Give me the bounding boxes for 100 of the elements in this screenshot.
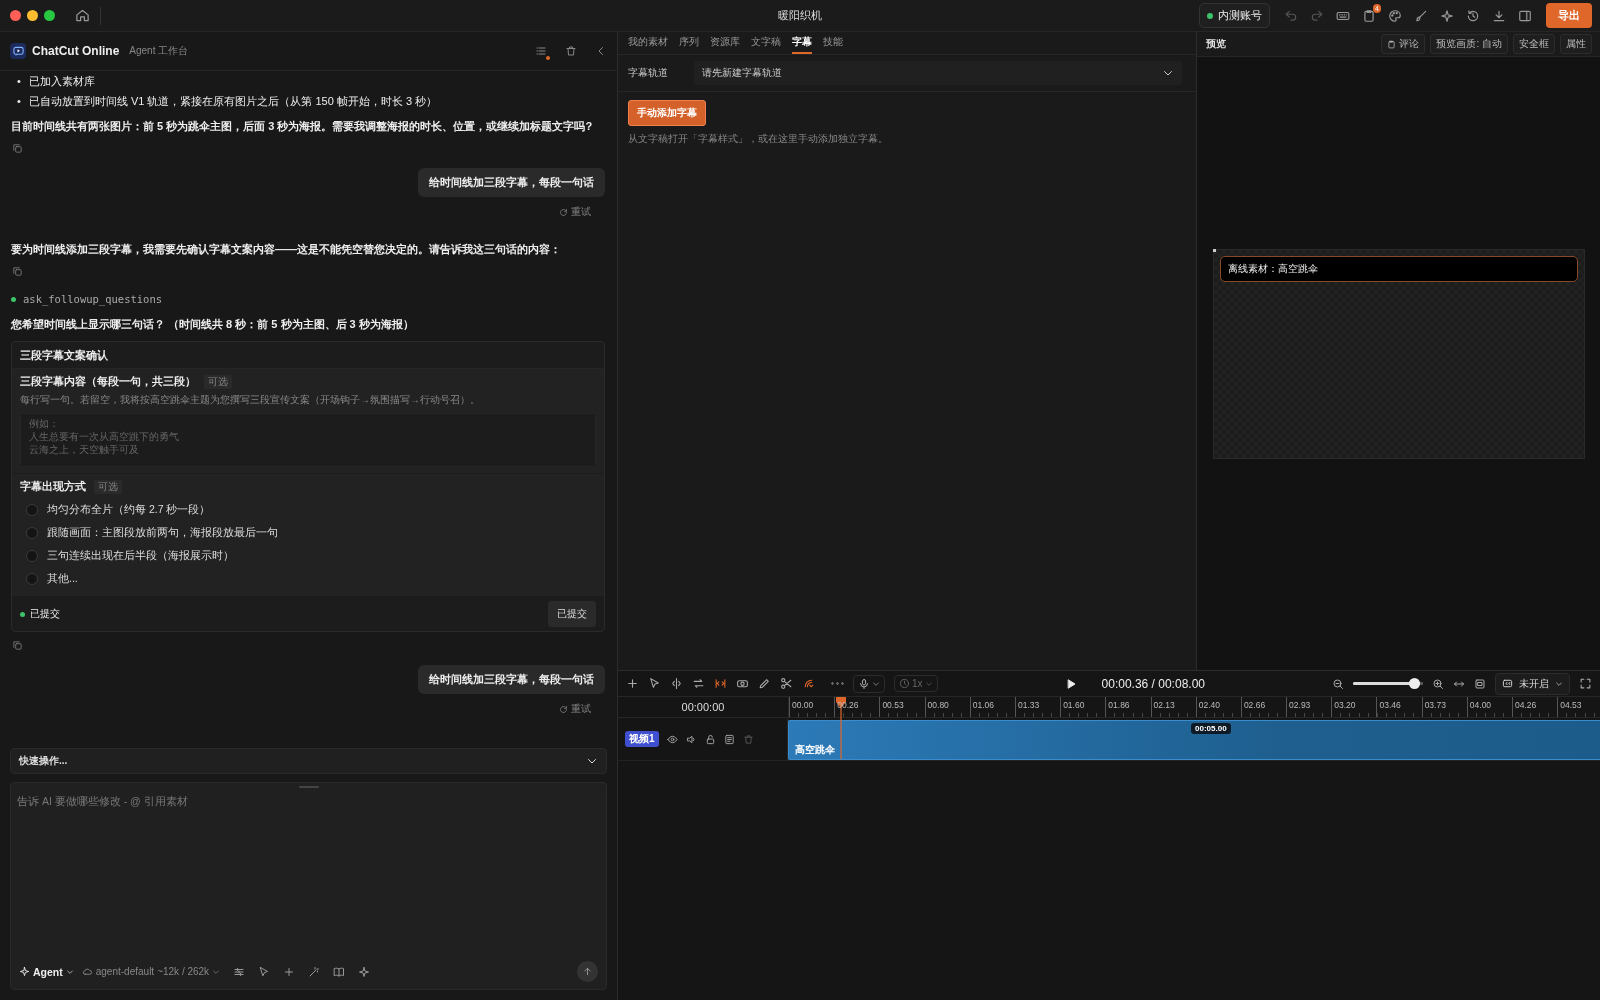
window-control[interactable] xyxy=(44,10,55,21)
speaker-icon[interactable] xyxy=(685,733,697,745)
sparkle-icon xyxy=(19,966,30,977)
mic-dropdown[interactable] xyxy=(853,674,885,693)
preview-option-button[interactable]: 评论 xyxy=(1381,34,1426,54)
radio-button[interactable] xyxy=(26,573,38,585)
brush-icon[interactable] xyxy=(1414,8,1428,23)
preview-option-button[interactable]: 预览画质: 自动 xyxy=(1430,34,1508,54)
captions-dropdown[interactable]: 未开启 xyxy=(1495,672,1570,695)
add-subtitle-button[interactable]: 手动添加字幕 xyxy=(628,100,706,126)
clipboard-icon[interactable] xyxy=(1362,8,1376,23)
sparkle-icon[interactable] xyxy=(1440,8,1454,23)
tick-label: 01.33 xyxy=(1014,697,1061,717)
refresh-icon xyxy=(559,704,568,714)
bullet-marker: • xyxy=(17,94,21,109)
tick-label: 02.40 xyxy=(1195,697,1241,717)
optional-tag: 可选 xyxy=(204,375,232,389)
tab[interactable]: 我的素材 xyxy=(628,32,668,54)
hint-text: 从文字稿打开「字幕样式」，或在这里手动添加独立字幕。 xyxy=(628,132,889,146)
ripple-icon[interactable] xyxy=(802,677,815,690)
sparkle-icon[interactable] xyxy=(358,965,371,978)
user-message: 给时间线加三段字幕，每段一句话 xyxy=(418,168,605,197)
chevron-down-icon xyxy=(65,967,74,976)
fullscreen-icon[interactable] xyxy=(1579,677,1592,690)
submitted-button[interactable]: 已提交 xyxy=(548,601,596,627)
timecode: 00:00:00 xyxy=(681,701,725,713)
tab[interactable]: 技能 xyxy=(823,32,843,54)
resize-handle[interactable] xyxy=(1213,248,1216,252)
playback-time: 00:00.36 / 00:08.00 xyxy=(1101,676,1205,691)
camera-icon[interactable] xyxy=(736,677,749,690)
radio-button[interactable] xyxy=(26,550,38,562)
clock-icon xyxy=(899,678,910,689)
account-badge[interactable]: 内测账号 xyxy=(1199,3,1270,28)
lock-icon[interactable] xyxy=(704,733,716,745)
history-icon[interactable] xyxy=(1466,8,1480,23)
video-clip[interactable]: 高空跳伞 00:05.00 xyxy=(788,720,1600,760)
tab[interactable]: 序列 xyxy=(679,32,699,54)
assistant-message: 要为时间线添加三段字幕，我需要先确认字幕文案内容——这是不能凭空替您决定的。请告诉我这三句话的内容： xyxy=(11,242,562,257)
download-icon[interactable] xyxy=(1492,8,1506,23)
copy-icon[interactable] xyxy=(12,143,23,154)
tick-label: 00.80 xyxy=(924,697,970,717)
pen-icon[interactable] xyxy=(758,677,771,690)
more-icon[interactable] xyxy=(830,682,844,685)
copy-icon[interactable] xyxy=(12,266,23,277)
arrow-up-icon xyxy=(582,966,593,977)
snap-icon[interactable] xyxy=(714,677,727,690)
book-icon[interactable] xyxy=(333,965,346,978)
mode-selector[interactable]: Agent xyxy=(19,965,74,978)
tick-label: 04.53 xyxy=(1557,697,1600,717)
message-input[interactable]: 告诉 AI 要做哪些修改 - @ 引用素材 Agent agent-default ~12k / 262k xyxy=(10,782,607,990)
copy-icon[interactable] xyxy=(12,640,23,651)
list-icon[interactable] xyxy=(723,733,735,745)
option-label: 跟随画面：主图段放前两句，海报段放最后一句 xyxy=(47,526,278,540)
status-dot xyxy=(11,296,16,302)
tick-label: 01.60 xyxy=(1060,697,1106,717)
radio-button[interactable] xyxy=(26,504,38,516)
tick-label: 03.20 xyxy=(1331,697,1377,717)
slider-thumb[interactable] xyxy=(1408,678,1420,689)
option-label: 均匀分布全片（约每 2.7 秒一段） xyxy=(47,503,211,517)
retry-button[interactable]: 重试 xyxy=(553,701,597,717)
option-label: 三句连续出现在后半段（海报展示时） xyxy=(47,549,234,563)
trash-icon[interactable] xyxy=(565,45,577,57)
zoom-in-icon[interactable] xyxy=(1432,677,1444,690)
tab[interactable]: 文字稿 xyxy=(751,32,781,54)
chevron-down-icon xyxy=(924,679,933,688)
unread-dot xyxy=(546,56,550,60)
scissors-icon[interactable] xyxy=(780,677,793,690)
tab[interactable]: 资源库 xyxy=(710,32,740,54)
plus-icon[interactable] xyxy=(626,677,639,690)
radio-button[interactable] xyxy=(26,527,38,539)
preview-option-button[interactable]: 安全框 xyxy=(1513,34,1555,54)
send-button[interactable] xyxy=(577,961,598,982)
bullet-marker: • xyxy=(17,74,21,89)
swap-icon[interactable] xyxy=(692,677,705,690)
home-icon[interactable] xyxy=(75,8,90,23)
tab[interactable]: 字幕 xyxy=(792,32,812,54)
status-dot xyxy=(20,611,25,617)
status-dot xyxy=(1207,12,1213,19)
sliders-icon[interactable] xyxy=(233,965,246,978)
quick-actions-dropdown[interactable]: 快速操作... xyxy=(10,748,607,774)
preview-option-button[interactable]: 属性 xyxy=(1560,34,1592,54)
split-icon[interactable] xyxy=(670,677,683,690)
plus-icon[interactable] xyxy=(283,965,296,978)
tick-label: 02.66 xyxy=(1240,697,1287,717)
track-dropdown[interactable]: 请先新建字幕轨道 xyxy=(694,61,1182,85)
window-control[interactable] xyxy=(27,10,38,21)
retry-button[interactable]: 重试 xyxy=(553,204,597,220)
tick-label: 02.93 xyxy=(1286,697,1332,717)
cursor-icon[interactable] xyxy=(258,965,271,978)
palette-icon[interactable] xyxy=(1388,8,1402,23)
frame-icon[interactable] xyxy=(1474,677,1486,690)
zoom-out-icon[interactable] xyxy=(1332,677,1344,690)
sidebar-icon[interactable] xyxy=(1518,8,1532,23)
eye-icon[interactable] xyxy=(666,733,678,745)
model-selector[interactable]: agent-default ~12k / 262k xyxy=(81,966,221,977)
cursor-icon[interactable] xyxy=(648,677,661,690)
window-control[interactable] xyxy=(10,10,21,21)
tick-label: 03.46 xyxy=(1376,697,1422,717)
tick-label: 01.86 xyxy=(1105,697,1151,717)
wand-icon[interactable] xyxy=(308,965,321,978)
